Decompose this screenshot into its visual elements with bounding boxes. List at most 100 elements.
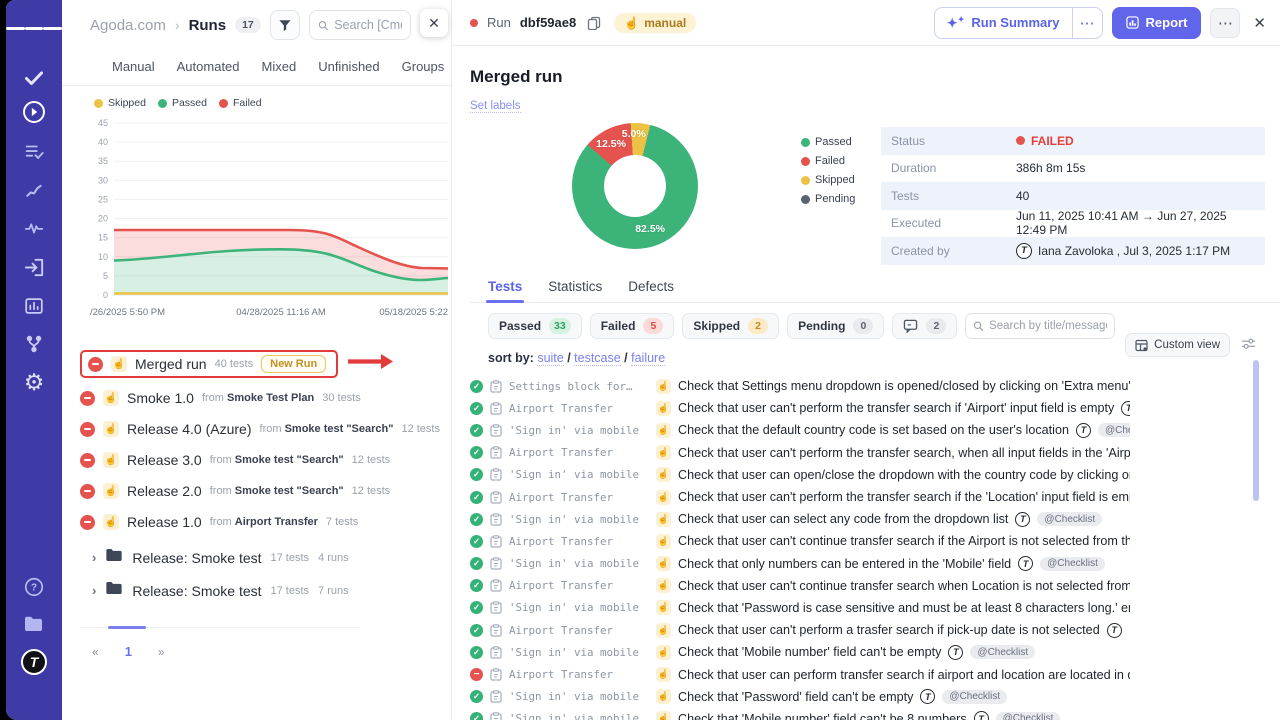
run-name[interactable]: Release 3.0 xyxy=(127,452,202,468)
test-row[interactable]: ✓'Sign in' via mobile☝Check that only nu… xyxy=(470,553,1130,575)
test-title[interactable]: Check that 'Password' field can't be emp… xyxy=(678,690,913,704)
test-row[interactable]: ✓'Sign in' via mobile☝Check that 'Passwo… xyxy=(470,686,1130,708)
test-row[interactable]: ✓'Sign in' via mobile☝Check that the def… xyxy=(470,419,1130,441)
test-row[interactable]: ✓Airport Transfer☝Check that user can't … xyxy=(470,619,1130,641)
test-title[interactable]: Check that user can't perform the transf… xyxy=(678,490,1130,504)
breadcrumb-project[interactable]: Agoda.com xyxy=(90,17,166,34)
reports-nav-icon[interactable] xyxy=(6,290,62,322)
test-row[interactable]: ✓'Sign in' via mobile☝Check that 'Passwo… xyxy=(470,597,1130,619)
folder-name[interactable]: Release: Smoke test xyxy=(132,550,261,566)
run-name[interactable]: Release 4.0 (Azure) xyxy=(127,421,252,437)
test-row[interactable]: ✓Airport Transfer☝Check that user can't … xyxy=(470,575,1130,597)
panel-close-button[interactable]: ✕ xyxy=(420,9,448,37)
filter-button[interactable] xyxy=(270,10,300,40)
test-title[interactable]: Check that 'Mobile number' field can't b… xyxy=(678,645,941,659)
runs-search[interactable] xyxy=(309,10,411,40)
test-title[interactable]: Check that user can't perform the transf… xyxy=(678,446,1130,460)
test-row[interactable]: ✓'Sign in' via mobile☝Check that 'Mobile… xyxy=(470,641,1130,663)
analytics-nav-icon[interactable] xyxy=(6,212,62,244)
test-row[interactable]: ✓'Sign in' via mobile☝Check that user ca… xyxy=(470,464,1130,486)
tab-mixed[interactable]: Mixed xyxy=(262,59,297,74)
tab-unfinished[interactable]: Unfinished xyxy=(318,59,379,74)
tab-manual[interactable]: Manual xyxy=(112,59,155,74)
folder-name[interactable]: Release: Smoke test xyxy=(132,583,261,599)
sort-option-failure[interactable]: failure xyxy=(631,351,665,366)
comments-filter-chip[interactable]: 2 xyxy=(892,313,957,339)
test-title[interactable]: Check that user can't perform the transf… xyxy=(678,401,1114,415)
test-title[interactable]: Check that user can open/close the dropd… xyxy=(678,468,1130,482)
tab-groups[interactable]: Groups xyxy=(402,59,445,74)
test-title[interactable]: Check that user can't continue transfer … xyxy=(678,534,1130,548)
filter-chip-failed[interactable]: Failed5 xyxy=(590,313,675,339)
tests-nav-icon[interactable] xyxy=(6,62,62,94)
test-row[interactable]: −Airport Transfer☝Check that user can pe… xyxy=(470,663,1130,685)
run-row[interactable]: ☝Merged run40 testsNew Run xyxy=(80,350,338,378)
detail-close-button[interactable]: ✕ xyxy=(1253,14,1266,32)
test-row[interactable]: ✓Airport Transfer☝Check that user can't … xyxy=(470,397,1130,419)
runs-nav-icon[interactable] xyxy=(6,96,62,128)
test-title[interactable]: Check that user can select any code from… xyxy=(678,512,1008,526)
copy-icon[interactable] xyxy=(587,16,601,30)
scrollbar-thumb[interactable] xyxy=(1253,360,1259,501)
milestones-nav-icon[interactable] xyxy=(6,174,62,206)
test-title[interactable]: Check that 'Mobile number' field can't b… xyxy=(678,712,967,720)
run-name[interactable]: Release 2.0 xyxy=(127,483,202,499)
test-title[interactable]: Check that only numbers can be entered i… xyxy=(678,557,1011,571)
filter-chip-passed[interactable]: Passed33 xyxy=(488,313,582,339)
page-next-button[interactable]: » xyxy=(158,645,165,659)
tab-statistics[interactable]: Statistics xyxy=(548,279,602,302)
detail-more-button[interactable]: ⋯ xyxy=(1210,8,1240,38)
testcase-icon xyxy=(490,424,502,437)
sort-option-suite[interactable]: suite xyxy=(537,351,563,366)
menu-icon[interactable] xyxy=(6,12,62,44)
run-name[interactable]: Merged run xyxy=(135,356,207,372)
run-row[interactable]: ☝Release 3.0from Smoke test "Search"12 t… xyxy=(80,449,390,471)
tab-defects[interactable]: Defects xyxy=(628,279,674,302)
tab-tests[interactable]: Tests xyxy=(488,279,522,302)
test-title[interactable]: Check that user can perform transfer sea… xyxy=(678,668,1130,682)
chevron-right-icon[interactable]: › xyxy=(92,583,96,598)
run-row[interactable]: ☝Release 4.0 (Azure)from Smoke test "Sea… xyxy=(80,418,440,440)
run-name[interactable]: Smoke 1.0 xyxy=(127,390,194,406)
test-row[interactable]: ✓Airport Transfer☝Check that user can't … xyxy=(470,486,1130,508)
run-name[interactable]: Release 1.0 xyxy=(127,514,202,530)
test-plans-nav-icon[interactable] xyxy=(6,136,62,168)
test-row[interactable]: ✓'Sign in' via mobile☝Check that 'Mobile… xyxy=(470,708,1130,720)
test-row[interactable]: ✓Airport Transfer☝Check that user can't … xyxy=(470,530,1130,552)
projects-folder-icon[interactable] xyxy=(6,608,62,640)
tests-search[interactable] xyxy=(965,313,1115,339)
account-avatar[interactable]: T xyxy=(6,646,62,678)
page-prev-button[interactable]: « xyxy=(92,645,99,659)
test-title[interactable]: Check that the default country code is s… xyxy=(678,423,1069,437)
chevron-right-icon[interactable]: › xyxy=(92,550,96,565)
filter-chip-pending[interactable]: Pending0 xyxy=(787,313,884,339)
settings-nav-icon[interactable]: ⚙ xyxy=(6,366,62,398)
view-settings-icon[interactable] xyxy=(1241,337,1256,355)
test-row[interactable]: ✓Airport Transfer☝Check that user can't … xyxy=(470,442,1130,464)
branches-nav-icon[interactable] xyxy=(6,328,62,360)
run-folder-row[interactable]: ›Release: Smoke test17 tests7 runs xyxy=(92,580,451,601)
sort-option-testcase[interactable]: testcase xyxy=(574,351,621,366)
run-folder-row[interactable]: ›Release: Smoke test17 tests4 runs xyxy=(92,547,451,568)
test-row[interactable]: ✓'Sign in' via mobile☝Check that user ca… xyxy=(470,508,1130,530)
tests-search-input[interactable] xyxy=(989,320,1107,332)
filter-chip-skipped[interactable]: Skipped2 xyxy=(682,313,779,339)
test-title[interactable]: Check that Settings menu dropdown is ope… xyxy=(678,379,1130,393)
pull-requests-nav-icon[interactable] xyxy=(6,251,62,283)
set-labels-link[interactable]: Set labels xyxy=(470,100,521,113)
run-row[interactable]: ☝Release 1.0from Airport Transfer7 tests xyxy=(80,511,358,533)
run-summary-button[interactable]: ✦✦ Run Summary xyxy=(935,8,1072,38)
run-row[interactable]: ☝Smoke 1.0from Smoke Test Plan30 tests xyxy=(80,387,361,409)
runs-search-input[interactable] xyxy=(334,18,402,32)
run-summary-more-button[interactable]: ⋯ xyxy=(1072,8,1102,38)
test-title[interactable]: Check that 'Password is case sensitive a… xyxy=(678,601,1130,615)
custom-view-button[interactable]: Custom view xyxy=(1125,333,1230,357)
test-row[interactable]: ✓Settings block for…☝Check that Settings… xyxy=(470,375,1130,397)
run-row[interactable]: ☝Release 2.0from Smoke test "Search"12 t… xyxy=(80,480,390,502)
tab-automated[interactable]: Automated xyxy=(177,59,240,74)
test-title[interactable]: Check that user can't continue transfer … xyxy=(678,579,1130,593)
page-number[interactable]: 1 xyxy=(125,644,132,659)
report-button[interactable]: Report xyxy=(1112,7,1202,39)
help-icon[interactable]: ? xyxy=(6,571,62,603)
test-title[interactable]: Check that user can't perform a trasfer … xyxy=(678,623,1100,637)
